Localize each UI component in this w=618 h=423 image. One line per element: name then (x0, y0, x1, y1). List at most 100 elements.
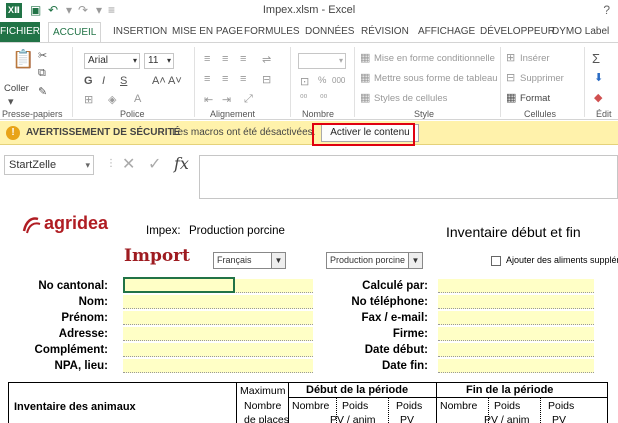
sheet-title: Inventaire début et fin (446, 224, 581, 240)
editing-group-label: Édit (596, 109, 612, 119)
drag-handle-icon[interactable]: ⋮ (106, 158, 116, 169)
delete-cells-button[interactable]: Supprimer (520, 73, 564, 84)
autosum-icon[interactable]: Σ (592, 51, 600, 66)
end-weight-total-header: Poids (548, 400, 575, 412)
paste-dropdown-icon[interactable]: ▾ (8, 95, 14, 108)
insert-function-icon[interactable]: fx (174, 154, 189, 173)
tab-insert[interactable]: INSERTION (113, 22, 167, 42)
address-field[interactable] (123, 327, 313, 341)
conditional-format-icon: ▦ (360, 52, 371, 64)
zip-city-field[interactable] (123, 359, 313, 373)
start-weight-header: Poids (342, 400, 369, 412)
chevron-down-icon[interactable]: ▼ (271, 253, 285, 268)
indent-decrease-icon[interactable]: ⇤ (204, 93, 213, 106)
cancel-icon[interactable]: ✕ (122, 154, 135, 174)
orientation-icon[interactable]: ⤢ (244, 93, 253, 106)
fax-email-field[interactable] (438, 311, 594, 325)
format-painter-icon[interactable]: ✎ (38, 85, 47, 98)
tab-dymo[interactable]: DYMO Label (552, 22, 609, 42)
tab-home[interactable]: ACCUEIL (48, 22, 102, 42)
last-name-field[interactable] (123, 295, 313, 309)
percent-button[interactable]: % (318, 75, 326, 86)
underline-icon[interactable]: S (120, 75, 127, 87)
align-bottom-icon[interactable]: ≡ (240, 53, 246, 65)
align-top-icon[interactable]: ≡ (204, 53, 210, 65)
chevron-down-icon: ▾ (132, 56, 137, 65)
impex-label: Impex: (146, 225, 181, 237)
indent-increase-icon[interactable]: ⇥ (222, 93, 231, 106)
tab-developer[interactable]: DÉVELOPPEUR (480, 22, 555, 42)
add-feed-label: Ajouter des aliments supplém. (506, 255, 618, 265)
wrap-text-icon[interactable]: ⇌ (262, 53, 271, 66)
fill-icon[interactable]: ⬇ (594, 71, 603, 84)
production-dropdown[interactable]: Production porcine ▼ (326, 252, 423, 269)
align-left-icon[interactable]: ≡ (204, 73, 210, 85)
cell-styles-button[interactable]: Styles de cellules (374, 93, 447, 104)
borders-icon[interactable]: ⊞ (84, 93, 93, 106)
format-cells-button[interactable]: Format (520, 93, 550, 104)
decrease-decimal-icon[interactable]: ⁰⁰ (320, 93, 327, 104)
field-label: Date fin: (382, 360, 428, 372)
font-size-box[interactable]: 11 ▾ (144, 53, 174, 69)
chevron-down-icon[interactable]: ▼ (408, 253, 422, 268)
import-heading: Import (124, 246, 190, 266)
window-title: Impex.xlsm - Excel (262, 4, 356, 16)
number-format-box[interactable]: ▾ (298, 53, 346, 69)
language-value: Français (217, 255, 252, 265)
tab-page-layout[interactable]: MISE EN PAGE (172, 22, 243, 42)
name-box[interactable]: StartZelle ▾ (4, 155, 94, 175)
field-label: Fax / e-mail: (361, 312, 428, 324)
phone-field[interactable] (438, 295, 594, 309)
calculated-by-field[interactable] (438, 279, 594, 293)
font-color-icon[interactable]: A (134, 93, 141, 105)
font-name-box[interactable]: Arial ▾ (84, 53, 140, 69)
field-label: No téléphone: (351, 296, 428, 308)
currency-icon[interactable]: ⊡ (300, 75, 309, 88)
tab-view[interactable]: AFFICHAGE (418, 22, 475, 42)
align-right-icon[interactable]: ≡ (240, 73, 246, 85)
start-date-field[interactable] (438, 343, 594, 357)
chevron-down-icon[interactable]: ▾ (85, 156, 90, 174)
selected-cell[interactable] (123, 277, 235, 293)
field-label: Adresse: (58, 328, 108, 340)
copy-icon[interactable]: ⧉ (38, 67, 46, 80)
help-icon[interactable]: ? (603, 3, 610, 17)
cut-icon[interactable]: ✂ (38, 49, 47, 62)
warning-icon: ! (6, 126, 20, 140)
fill-color-icon[interactable]: ◈ (108, 93, 116, 106)
paste-label[interactable]: Coller (4, 83, 29, 94)
italic-icon[interactable]: I (102, 75, 105, 87)
tab-formulas[interactable]: FORMULES (244, 22, 300, 42)
increase-font-icon[interactable]: A˄ (152, 75, 166, 87)
formula-input[interactable] (199, 155, 618, 199)
bold-icon[interactable]: G (84, 75, 93, 87)
company-field[interactable] (438, 327, 594, 341)
field-label: NPA, lieu: (54, 360, 108, 372)
format-table-button[interactable]: Mettre sous forme de tableau (374, 73, 498, 84)
insert-cells-button[interactable]: Insérer (520, 53, 550, 64)
places-header: de places (244, 414, 289, 423)
conditional-format-button[interactable]: Mise en forme conditionnelle (374, 53, 495, 64)
language-dropdown[interactable]: Français ▼ (213, 252, 286, 269)
clear-icon[interactable]: ◆ (594, 91, 602, 104)
first-name-field[interactable] (123, 311, 313, 325)
thousands-button[interactable]: 000 (332, 76, 345, 85)
end-date-field[interactable] (438, 359, 594, 373)
tab-file[interactable]: FICHIER (0, 22, 40, 42)
align-center-icon[interactable]: ≡ (222, 73, 228, 85)
decrease-font-icon[interactable]: A˅ (168, 75, 182, 87)
increase-decimal-icon[interactable]: ⁰⁰ (300, 93, 307, 104)
end-weight-header: Poids (494, 400, 521, 412)
tab-review[interactable]: RÉVISION (361, 22, 409, 42)
enter-icon[interactable]: ✓ (148, 154, 161, 174)
align-middle-icon[interactable]: ≡ (222, 53, 228, 65)
merge-icon[interactable]: ⊟ (262, 73, 271, 86)
paste-icon[interactable]: 📋 (12, 49, 34, 70)
tab-data[interactable]: DONNÉES (305, 22, 354, 42)
period-end-header: Fin de la période (466, 384, 554, 396)
add-feed-checkbox[interactable] (491, 256, 501, 266)
highlight-frame (312, 123, 415, 146)
start-pv-header: PV (400, 414, 415, 423)
separator (72, 47, 73, 117)
address-complement-field[interactable] (123, 343, 313, 357)
